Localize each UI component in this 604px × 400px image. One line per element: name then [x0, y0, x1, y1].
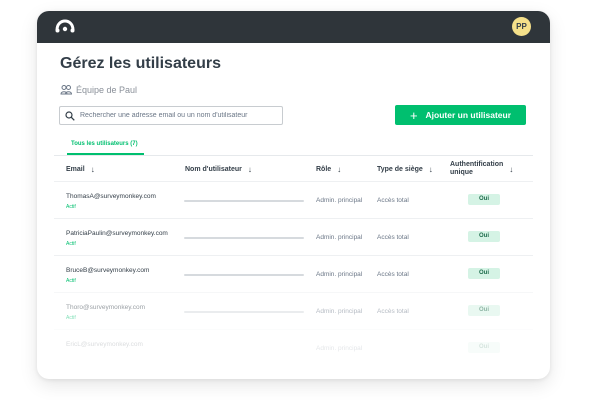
- table-row[interactable]: PatriciaPaulin@surveymonkey.com Actif Ad…: [54, 218, 533, 256]
- table-row[interactable]: Thoro@surveymonkey.com Actif Admin. prin…: [54, 292, 533, 330]
- sort-arrow-down-icon: ↓: [90, 164, 95, 174]
- page-title: Gérez les utilisateurs: [60, 55, 221, 72]
- username-placeholder-bar: [184, 200, 304, 202]
- column-header-role-label: Rôle: [316, 165, 332, 173]
- logo-icon[interactable]: [55, 18, 75, 34]
- team-label: Équipe de Paul: [76, 85, 138, 95]
- sort-arrow-down-icon: ↓: [428, 164, 433, 174]
- username-placeholder-bar: [184, 311, 304, 313]
- row-status: Actif: [66, 278, 76, 284]
- plus-icon: +: [409, 107, 418, 123]
- row-email: BruceB@surveymonkey.com: [66, 267, 150, 274]
- column-header-sso[interactable]: Authentification unique ↓: [450, 157, 513, 181]
- table-row[interactable]: EricL@surveymonkey.com Admin. principal …: [54, 329, 533, 367]
- search-input[interactable]: [80, 108, 280, 123]
- username-placeholder-bar: [184, 274, 304, 276]
- table-row[interactable]: ThomasA@surveymonkey.com Actif Admin. pr…: [54, 181, 533, 219]
- avatar[interactable]: PP: [512, 17, 531, 36]
- column-header-email[interactable]: Email ↓: [66, 157, 95, 181]
- column-header-sso-line2: unique: [450, 169, 473, 176]
- sort-arrow-down-icon: ↓: [337, 164, 342, 174]
- search-box[interactable]: [59, 106, 283, 125]
- column-header-email-label: Email: [66, 165, 85, 173]
- sso-badge: Oui: [468, 268, 500, 279]
- row-status: Actif: [66, 315, 76, 321]
- row-seat: Accès total: [377, 234, 409, 241]
- sso-badge: Oui: [468, 342, 500, 353]
- row-status: Actif: [66, 204, 76, 210]
- sort-arrow-down-icon: ↓: [509, 164, 514, 174]
- team-name: Équipe de Paul: [60, 83, 137, 97]
- add-user-label: Ajouter un utilisateur: [425, 110, 512, 120]
- username-placeholder-bar: [184, 237, 304, 239]
- sso-badge: Oui: [468, 231, 500, 242]
- column-header-sso-line1: Authentification: [450, 161, 504, 168]
- row-email: PatriciaPaulin@surveymonkey.com: [66, 230, 168, 237]
- row-email: EricL@surveymonkey.com: [66, 341, 143, 348]
- sso-badge: Oui: [468, 305, 500, 316]
- tab-divider: [54, 155, 533, 156]
- tab-all-users[interactable]: Tous les utilisateurs (7): [71, 141, 138, 147]
- row-role: Admin. principal: [316, 345, 363, 352]
- row-role: Admin. principal: [316, 271, 363, 278]
- row-role: Admin. principal: [316, 308, 363, 315]
- row-seat: Accès total: [377, 197, 409, 204]
- row-email: Thoro@surveymonkey.com: [66, 304, 146, 311]
- table-row[interactable]: BruceB@surveymonkey.com Actif Admin. pri…: [54, 255, 533, 293]
- team-icon: [60, 85, 72, 95]
- column-header-seat[interactable]: Type de siège ↓: [377, 157, 433, 181]
- search-icon: [65, 110, 75, 121]
- top-bar: PP: [37, 11, 550, 43]
- column-header-username[interactable]: Nom d'utilisateur ↓: [185, 157, 252, 181]
- column-header-username-label: Nom d'utilisateur: [185, 165, 242, 173]
- column-header-role[interactable]: Rôle ↓: [316, 157, 341, 181]
- column-header-sso-label: Authentification unique: [450, 161, 503, 177]
- row-role: Admin. principal: [316, 197, 363, 204]
- row-email: ThomasA@surveymonkey.com: [66, 193, 156, 200]
- column-header-seat-label: Type de siège: [377, 165, 423, 173]
- add-user-button[interactable]: + Ajouter un utilisateur: [395, 105, 526, 125]
- row-status: Actif: [66, 241, 76, 247]
- app-window: PP Gérez les utilisateurs Équipe de Paul…: [37, 11, 550, 379]
- sso-badge: Oui: [468, 194, 500, 205]
- row-seat: Accès total: [377, 271, 409, 278]
- row-role: Admin. principal: [316, 234, 363, 241]
- row-seat: Accès total: [377, 308, 409, 315]
- sort-arrow-down-icon: ↓: [247, 164, 252, 174]
